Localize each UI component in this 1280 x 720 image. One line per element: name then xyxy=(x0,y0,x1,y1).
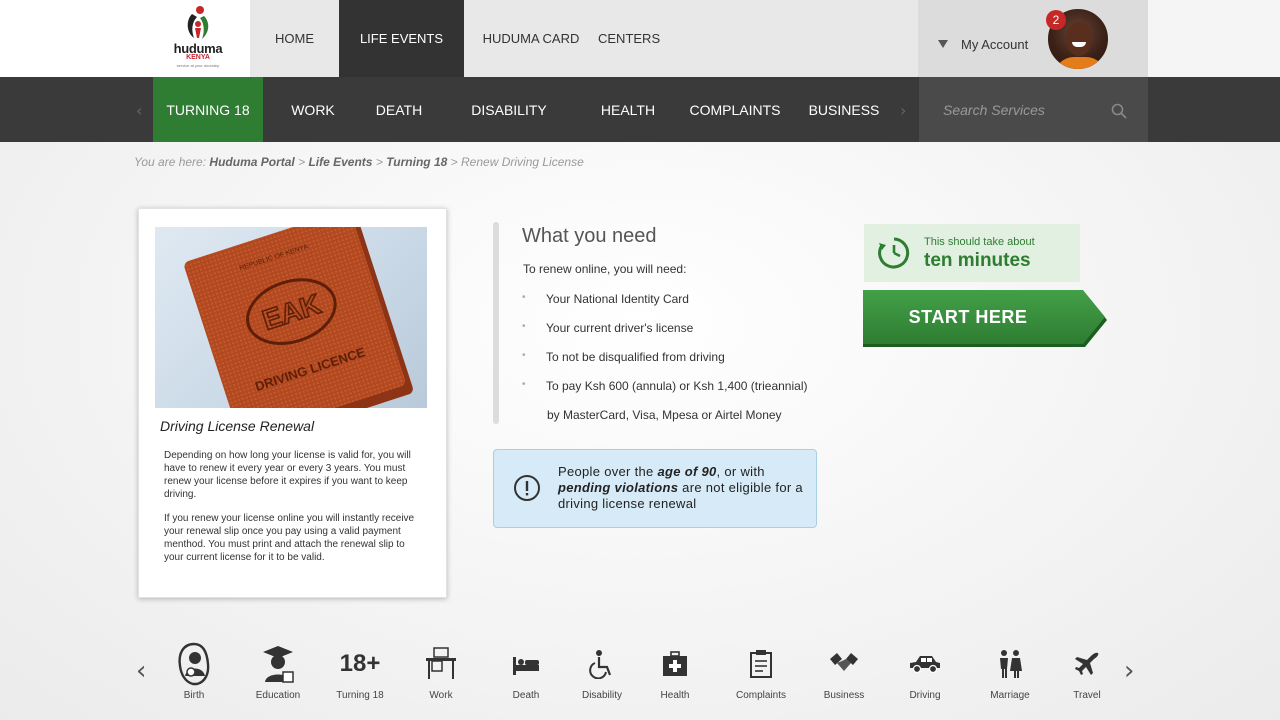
bullet-icon: • xyxy=(522,350,526,361)
requirements-intro: To renew online, you will need: xyxy=(523,262,687,276)
subnav-item-complaints[interactable]: COMPLAINTS xyxy=(673,77,797,142)
nav-centers[interactable]: CENTERS xyxy=(598,0,662,77)
service-info-card: REPUBLIC OF KENYA EAK DRIVING LICENCE Dr… xyxy=(138,208,447,598)
start-here-button[interactable]: START HERE xyxy=(863,290,1107,347)
requirements-list: • Your National Identity Card • Your curre… xyxy=(522,292,808,408)
breadcrumb-prefix: You are here: xyxy=(134,155,207,169)
category-birth[interactable]: Birth xyxy=(154,640,234,702)
mother-child-icon xyxy=(178,642,210,686)
subnav-item-death[interactable]: DEATH xyxy=(363,77,435,142)
airplane-icon xyxy=(1075,652,1099,675)
category-carousel: ‹ Birth Education 18+ Turning 18 Work De… xyxy=(0,638,1280,720)
card-title: Driving License Renewal xyxy=(160,418,315,434)
search-input[interactable] xyxy=(943,99,1103,121)
list-item: • Your National Identity Card xyxy=(522,292,689,306)
info-alert-icon xyxy=(514,475,540,501)
category-education[interactable]: Education xyxy=(238,640,318,702)
category-complaints[interactable]: Complaints xyxy=(721,640,801,702)
category-driving[interactable]: Driving xyxy=(885,640,965,702)
category-business[interactable]: Business xyxy=(804,640,884,702)
clipboard-icon xyxy=(750,650,772,678)
life-events-subnav: ‹ TURNING 18 WORK DEATH DISABILITY HEALT… xyxy=(0,77,1280,142)
search-box xyxy=(919,77,1148,142)
dropdown-arrow-icon xyxy=(938,40,948,48)
car-icon xyxy=(910,656,940,674)
carousel-next-icon[interactable]: › xyxy=(1124,656,1134,686)
time-label: This should take about xyxy=(924,236,1035,248)
time-estimate: This should take about ten minutes xyxy=(864,224,1080,282)
18-plus-icon: 18+ xyxy=(339,650,381,677)
search-icon[interactable] xyxy=(1111,103,1127,119)
subnav-next-icon[interactable]: › xyxy=(900,101,906,120)
subnav-item-work[interactable]: WORK xyxy=(263,77,363,142)
desk-icon xyxy=(426,647,456,679)
category-marriage[interactable]: Marriage xyxy=(970,640,1050,702)
subnav-prev-icon[interactable]: ‹ xyxy=(136,101,142,120)
list-item: • To pay Ksh 600 (annula) or Ksh 1,400 (t… xyxy=(522,379,808,393)
list-item: • Your current driver's license xyxy=(522,321,694,335)
subnav-item-disability[interactable]: DISABILITY xyxy=(435,77,583,142)
huduma-logo[interactable]: huduma KENYA service at your doorstep xyxy=(133,0,250,77)
first-aid-icon xyxy=(663,651,687,676)
category-turning-18[interactable]: 18+ Turning 18 xyxy=(320,640,400,702)
breadcrumb-link-life-events[interactable]: Life Events xyxy=(308,155,372,169)
subnav-item-business[interactable]: BUSINESS xyxy=(797,77,891,142)
category-travel[interactable]: Travel xyxy=(1047,640,1127,702)
main-nav: HOME LIFE EVENTS HUDUMA CARD CENTERS xyxy=(250,0,918,77)
bullet-icon: • xyxy=(522,321,526,332)
breadcrumb-current: Renew Driving License xyxy=(461,155,584,169)
nav-life-events[interactable]: LIFE EVENTS xyxy=(339,0,464,77)
card-paragraph: If you renew your license online you wil… xyxy=(164,513,415,563)
subnav-item-health[interactable]: HEALTH xyxy=(583,77,673,142)
logo-country: KENYA xyxy=(186,54,210,61)
nav-home[interactable]: HOME xyxy=(250,0,339,77)
start-here-label: START HERE xyxy=(908,306,1028,327)
wheelchair-icon xyxy=(589,650,612,679)
huduma-logo-icon xyxy=(187,6,209,39)
requirements-continuation: by MasterCard, Visa, Mpesa or Airtel Mon… xyxy=(547,408,782,422)
notification-badge[interactable]: 2 xyxy=(1046,10,1066,30)
bullet-icon: • xyxy=(522,292,526,303)
licence-booklet-illustration: REPUBLIC OF KENYA EAK DRIVING LICENCE xyxy=(184,227,413,408)
list-item: • To not be disqualified from driving xyxy=(522,350,725,364)
couple-icon xyxy=(1000,650,1022,678)
hospital-bed-icon xyxy=(513,657,539,675)
card-paragraph: Depending on how long your license is va… xyxy=(164,450,411,500)
category-work[interactable]: Work xyxy=(401,640,481,702)
logo-tagline: service at your doorstep xyxy=(176,63,220,68)
clock-icon xyxy=(878,237,910,269)
carousel-prev-icon[interactable]: ‹ xyxy=(136,656,146,686)
card-description: Depending on how long your license is va… xyxy=(164,449,426,575)
section-divider xyxy=(493,222,499,424)
breadcrumb: You are here: Huduma Portal > Life Event… xyxy=(134,155,584,169)
top-header: huduma KENYA service at your doorstep HO… xyxy=(0,0,1280,77)
graduate-icon xyxy=(263,646,294,683)
category-disability[interactable]: Disability xyxy=(562,640,642,702)
breadcrumb-link-turning-18[interactable]: Turning 18 xyxy=(386,155,447,169)
breadcrumb-link-portal[interactable]: Huduma Portal xyxy=(209,155,294,169)
category-death[interactable]: Death xyxy=(486,640,566,702)
time-value: ten minutes xyxy=(924,250,1031,271)
account-menu[interactable]: My Account 2 xyxy=(918,0,1148,77)
category-health[interactable]: Health xyxy=(635,640,715,702)
requirements-title: What you need xyxy=(522,225,657,247)
subnav-item-turning-18[interactable]: TURNING 18 xyxy=(153,77,263,142)
notice-text: People over the age of 90, or with pendi… xyxy=(558,464,803,511)
bullet-icon: • xyxy=(522,379,526,390)
handshake-icon xyxy=(830,653,858,671)
nav-huduma-card[interactable]: HUDUMA CARD xyxy=(464,0,598,77)
driving-licence-image: REPUBLIC OF KENYA EAK DRIVING LICENCE xyxy=(155,227,427,408)
account-label: My Account xyxy=(961,37,1029,52)
eligibility-notice: People over the age of 90, or with pendi… xyxy=(493,449,817,528)
